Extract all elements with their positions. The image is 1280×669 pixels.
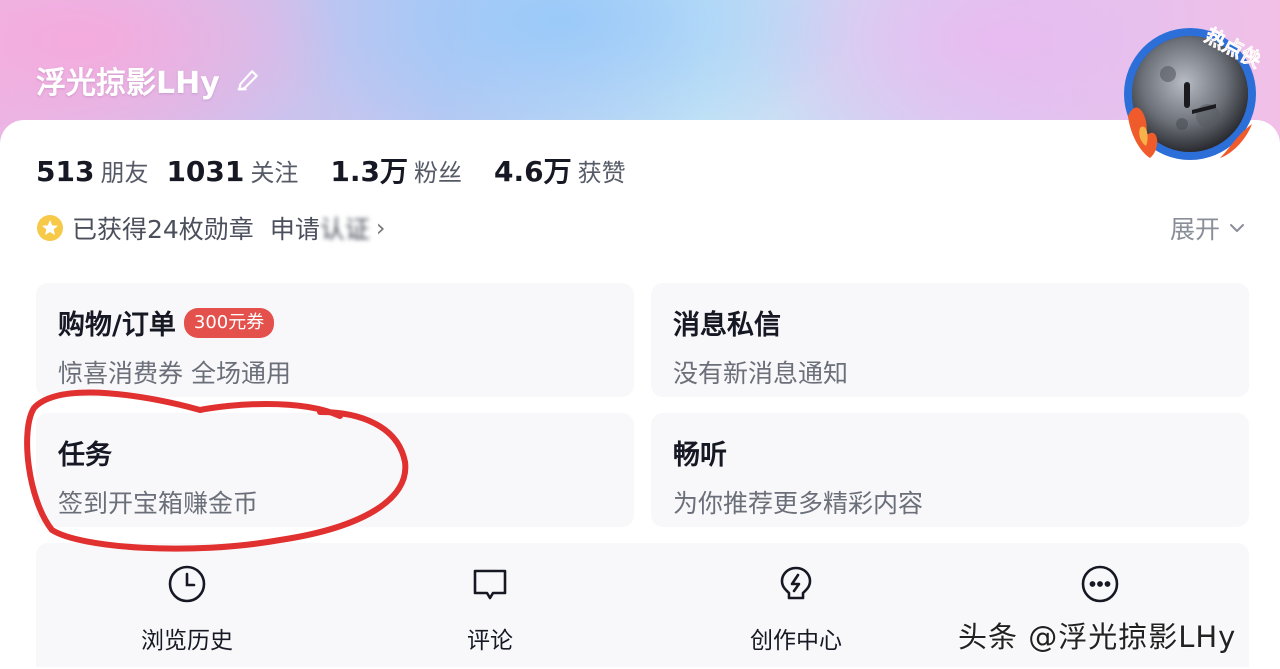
quick-action-label: 浏览历史	[141, 628, 233, 654]
quick-action-label: 评论	[467, 628, 513, 654]
stat-label: 粉丝	[414, 159, 462, 187]
quick-action-history[interactable]: 浏览历史	[87, 563, 287, 655]
tile-subtitle: 签到开宝箱赚金币	[58, 489, 259, 518]
lightbulb-icon	[780, 566, 812, 600]
apply-prefix: 申请	[269, 215, 320, 244]
quick-action-comments[interactable]: 评论	[390, 563, 590, 655]
tile-messages[interactable]: 消息私信 没有新消息通知	[651, 283, 1249, 397]
expand-label: 展开	[1169, 215, 1220, 244]
profile-username[interactable]: 浮光掠影LHy	[36, 58, 262, 102]
medal-count-text: 已获得24枚勋章	[72, 215, 254, 244]
quick-action-more[interactable]	[1000, 563, 1200, 605]
tile-subtitle: 为你推荐更多精彩内容	[673, 489, 924, 518]
clock-icon	[168, 565, 206, 603]
stat-value: 1031	[166, 155, 245, 188]
tile-title: 消息私信	[673, 310, 781, 341]
chevron-down-icon	[1230, 224, 1244, 232]
tile-title: 畅听	[673, 440, 727, 471]
stat-value: 1.3万	[330, 155, 408, 188]
stat-value: 4.6万	[494, 155, 572, 188]
quick-action-creator-center[interactable]: 创作中心	[696, 563, 896, 655]
stats-row: 513 朋友 1031 关注 1.3万 粉丝 4.6万 获赞	[36, 150, 644, 200]
stat-value: 513	[36, 155, 95, 188]
stat-label: 朋友	[100, 159, 149, 187]
username-text: 浮光掠影LHy	[36, 66, 220, 101]
edit-icon[interactable]	[234, 66, 262, 94]
tile-tasks[interactable]: 任务 签到开宝箱赚金币	[36, 413, 634, 527]
avatar[interactable]: 热点侠	[1120, 24, 1260, 164]
tile-subtitle: 没有新消息通知	[673, 359, 849, 388]
chevron-right-icon: ›	[375, 214, 386, 242]
tile-title: 购物/订单	[58, 310, 176, 341]
apply-blurred-text: 认证	[319, 215, 370, 244]
stat-friends[interactable]: 513 朋友	[36, 153, 148, 188]
coupon-badge: 300元券	[183, 307, 275, 338]
stat-label: 获赞	[577, 159, 626, 187]
tile-subtitle: 惊喜消费券 全场通用	[58, 359, 291, 388]
medal-icon	[37, 215, 63, 241]
stat-followers[interactable]: 1.3万 粉丝	[330, 150, 462, 190]
quick-action-label: 创作中心	[750, 628, 842, 654]
more-icon	[1081, 565, 1119, 603]
stat-following[interactable]: 1031 关注	[166, 153, 298, 188]
medal-row[interactable]: 已获得24枚勋章 申请认证 ›	[36, 208, 385, 248]
tile-shopping-orders[interactable]: 购物/订单 300元券 惊喜消费券 全场通用	[36, 283, 634, 397]
apply-verification-link[interactable]: 申请认证	[270, 210, 370, 246]
comment-icon	[473, 569, 507, 600]
stat-label: 关注	[250, 159, 299, 187]
tile-title: 任务	[58, 440, 112, 471]
stat-likes[interactable]: 4.6万 获赞	[494, 150, 626, 190]
tile-listen[interactable]: 畅听 为你推荐更多精彩内容	[651, 413, 1249, 527]
watermark: 头条 @浮光掠影LHy	[958, 620, 1237, 654]
expand-button[interactable]: 展开	[1170, 208, 1246, 248]
